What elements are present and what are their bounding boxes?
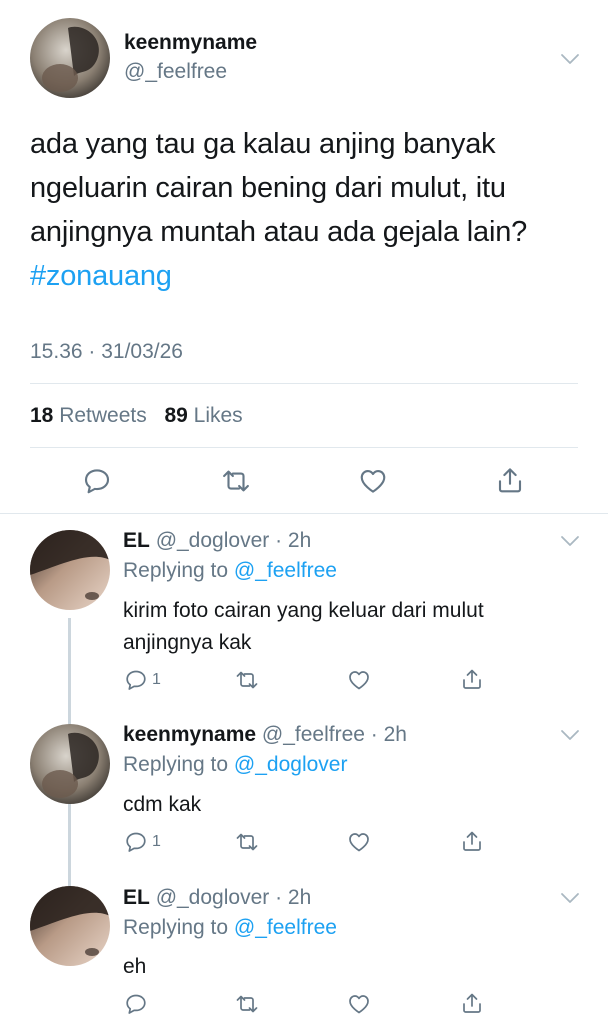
replying-to-label: Replying to: [123, 753, 229, 776]
replying-to: Replying to @_feelfree: [123, 916, 337, 940]
divider: [30, 447, 578, 448]
retweets-count: 18: [30, 404, 54, 427]
chevron-down-icon: [559, 891, 581, 905]
replying-to-link[interactable]: @_feelfree: [234, 916, 337, 939]
reply-count: 1: [152, 833, 161, 850]
reply-text: eh: [123, 955, 147, 978]
retweet-icon: [220, 466, 252, 496]
like-icon: [347, 668, 371, 692]
tweet-options-button[interactable]: [559, 728, 581, 742]
likes-stat[interactable]: 89 Likes: [164, 404, 242, 427]
reply-count: 1: [152, 671, 161, 688]
author-handle[interactable]: @_feelfree: [124, 60, 227, 84]
replying-to-link[interactable]: @_feelfree: [234, 559, 337, 582]
share-button[interactable]: [460, 829, 484, 853]
author-display-name[interactable]: keenmyname: [124, 31, 257, 55]
share-icon: [460, 991, 484, 1015]
replying-to: Replying to @_doglover: [123, 753, 347, 777]
chevron-down-icon: [559, 728, 581, 742]
like-button[interactable]: [347, 668, 371, 692]
replying-to-label: Replying to: [123, 916, 229, 939]
like-icon: [347, 992, 371, 1016]
reply-handle-time[interactable]: @_doglover · 2h: [156, 886, 312, 909]
share-button[interactable]: [460, 991, 484, 1015]
reply-display-name[interactable]: EL: [123, 529, 150, 552]
tweet-options-button[interactable]: [559, 52, 581, 66]
reply-handle-time[interactable]: @_doglover · 2h: [156, 529, 312, 552]
avatar[interactable]: [30, 886, 110, 966]
reply-text: cdm kak: [123, 793, 202, 816]
reply-display-name[interactable]: EL: [123, 886, 150, 909]
retweet-icon: [234, 830, 260, 854]
replying-to-label: Replying to: [123, 559, 229, 582]
reply-text: kirim foto cairan yang keluar dari mulut…: [123, 599, 484, 654]
reply-button[interactable]: 1: [124, 830, 161, 854]
retweet-icon: [234, 668, 260, 692]
reply-button[interactable]: [124, 992, 152, 1016]
chevron-down-icon: [559, 534, 581, 548]
retweets-stat[interactable]: 18 Retweets: [30, 404, 153, 427]
avatar[interactable]: [30, 724, 110, 804]
likes-label: Likes: [193, 404, 243, 427]
reply-header: EL @_doglover · 2h: [123, 886, 311, 910]
share-icon: [460, 829, 484, 853]
avatar-image: [30, 18, 110, 98]
tweet-timestamp: 15.36 · 31/03/26: [30, 340, 183, 363]
reply-icon: [124, 668, 148, 692]
divider: [0, 513, 608, 514]
share-icon: [495, 465, 525, 495]
retweet-button[interactable]: [234, 992, 260, 1016]
reply-icon: [124, 992, 148, 1016]
engagement-stats: 18 Retweets 89 Likes: [30, 404, 243, 428]
like-button[interactable]: [347, 992, 371, 1016]
tweet-text-block: ada yang tau ga kalau anjing banyak ngel…: [30, 122, 580, 298]
hashtag-link[interactable]: #zonauang: [30, 260, 172, 292]
reply-button[interactable]: 1: [124, 668, 161, 692]
likes-count: 89: [164, 404, 188, 427]
retweet-button[interactable]: [234, 668, 260, 692]
retweet-button[interactable]: [234, 830, 260, 854]
divider: [30, 383, 578, 384]
reply-icon: [124, 830, 148, 854]
tweet-text: ada yang tau ga kalau anjing banyak ngel…: [30, 128, 528, 248]
reply-handle-time[interactable]: @_feelfree · 2h: [262, 723, 407, 746]
like-icon: [358, 466, 388, 496]
reply-header: keenmyname @_feelfree · 2h: [123, 723, 407, 747]
share-button[interactable]: [495, 465, 525, 495]
reply-display-name[interactable]: keenmyname: [123, 723, 256, 746]
reply-header: EL @_doglover · 2h: [123, 529, 311, 553]
retweets-label: Retweets: [59, 404, 147, 427]
reply-icon: [82, 466, 112, 496]
like-icon: [347, 830, 371, 854]
replying-to: Replying to @_feelfree: [123, 559, 337, 583]
replying-to-link[interactable]: @_doglover: [234, 753, 348, 776]
like-button[interactable]: [347, 830, 371, 854]
tweet-options-button[interactable]: [559, 891, 581, 905]
retweet-button[interactable]: [220, 466, 252, 496]
share-button[interactable]: [460, 667, 484, 691]
share-icon: [460, 667, 484, 691]
avatar-image: [30, 724, 110, 804]
reply-button[interactable]: [82, 466, 112, 496]
avatar[interactable]: [30, 530, 110, 610]
avatar-image: [30, 886, 110, 966]
avatar-image: [30, 530, 110, 610]
avatar[interactable]: [30, 18, 110, 98]
retweet-icon: [234, 992, 260, 1016]
chevron-down-icon: [559, 52, 581, 66]
like-button[interactable]: [358, 466, 388, 496]
tweet-options-button[interactable]: [559, 534, 581, 548]
